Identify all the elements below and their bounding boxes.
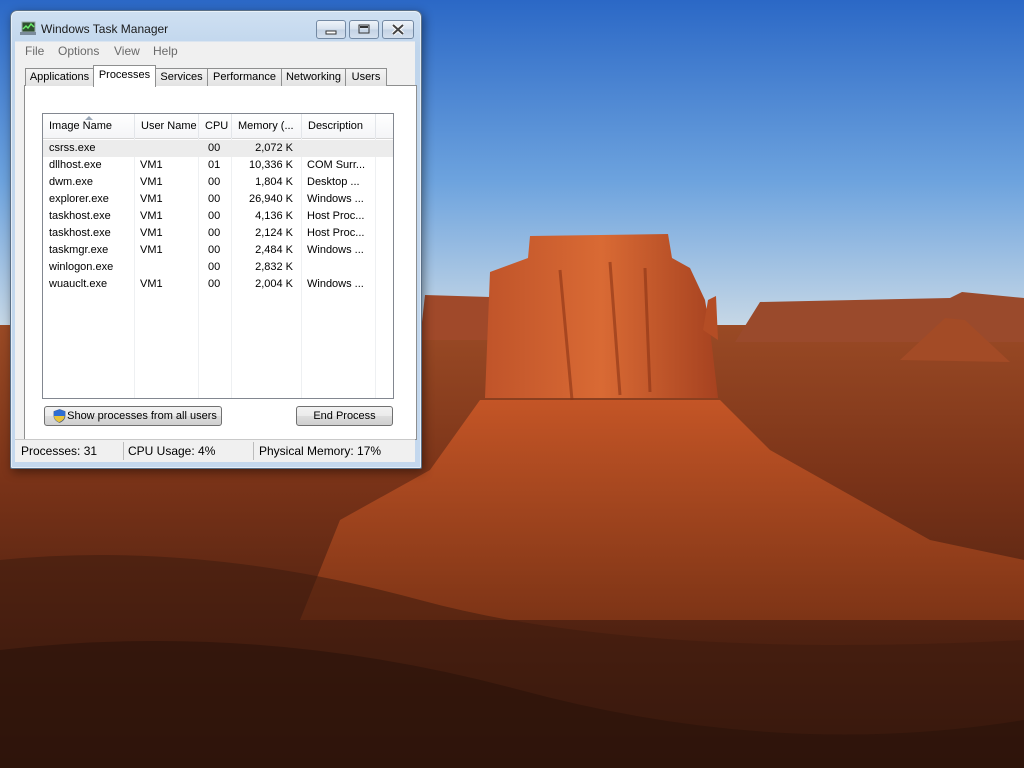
process-desc-cell: Windows ...: [307, 278, 364, 290]
task-manager-window: Windows Task Manager File Options View H…: [10, 10, 422, 469]
process-cpu-cell: 00: [208, 176, 221, 188]
tab-applications[interactable]: Applications: [25, 68, 94, 86]
process-name-cell: explorer.exe: [49, 193, 109, 205]
process-mem-cell: 1,804 K: [255, 176, 293, 188]
process-mem-cell: 2,004 K: [255, 278, 293, 290]
menu-bar: File Options View Help: [15, 41, 415, 60]
tab-processes[interactable]: Processes: [93, 65, 156, 87]
client-area: Applications Processes Services Performa…: [15, 59, 417, 440]
process-row[interactable]: explorer.exe VM1 00 26,940 K Windows ...: [43, 191, 393, 208]
task-manager-app-icon: [20, 21, 36, 35]
process-row[interactable]: taskhost.exe VM1 00 4,136 K Host Proc...: [43, 208, 393, 225]
tab-performance[interactable]: Performance: [207, 68, 282, 86]
process-name-cell: taskhost.exe: [49, 227, 111, 239]
process-row[interactable]: winlogon.exe 00 2,832 K: [43, 259, 393, 276]
process-desc-cell: Host Proc...: [307, 227, 365, 239]
show-all-processes-button[interactable]: Show processes from all users: [44, 406, 222, 426]
menu-view[interactable]: View: [114, 44, 140, 58]
process-user-cell: VM1: [140, 159, 163, 171]
maximize-icon: [358, 24, 370, 34]
tab-users[interactable]: Users: [345, 68, 387, 86]
status-separator: [123, 442, 124, 460]
process-mem-cell: 26,940 K: [248, 193, 293, 205]
process-cpu-cell: 00: [208, 227, 221, 239]
process-row[interactable]: dllhost.exe VM1 01 10,336 K COM Surr...: [43, 157, 393, 174]
column-cpu[interactable]: CPU: [199, 114, 232, 138]
close-button[interactable]: [382, 20, 414, 39]
process-user-cell: VM1: [140, 193, 163, 205]
process-cpu-cell: 00: [208, 210, 221, 222]
window-title: Windows Task Manager: [41, 22, 169, 36]
column-label: CPU: [205, 120, 229, 132]
process-cpu-cell: 00: [208, 261, 221, 273]
status-process-count: Processes: 31: [21, 444, 98, 458]
end-process-label: End Process: [313, 410, 376, 422]
minimize-icon: [325, 30, 337, 35]
process-name-cell: winlogon.exe: [49, 261, 114, 273]
column-label: Memory (...: [238, 120, 294, 132]
process-desc-cell: Host Proc...: [307, 210, 365, 222]
process-list[interactable]: Image Name User Name CPU Memory (... Des…: [42, 113, 394, 399]
column-memory[interactable]: Memory (...: [232, 114, 302, 138]
process-user-cell: VM1: [140, 227, 163, 239]
column-description[interactable]: Description: [302, 114, 376, 138]
uac-shield-icon: [53, 409, 66, 423]
process-mem-cell: 2,124 K: [255, 227, 293, 239]
status-physical-memory: Physical Memory: 17%: [259, 444, 382, 458]
menu-help[interactable]: Help: [153, 44, 178, 58]
process-user-cell: VM1: [140, 244, 163, 256]
column-label: Description: [308, 120, 364, 132]
process-row[interactable]: taskhost.exe VM1 00 2,124 K Host Proc...: [43, 225, 393, 242]
tab-networking[interactable]: Networking: [281, 68, 346, 86]
process-name-cell: taskhost.exe: [49, 210, 111, 222]
process-mem-cell: 2,484 K: [255, 244, 293, 256]
process-desc-cell: Windows ...: [307, 244, 364, 256]
process-name-cell: csrss.exe: [49, 142, 96, 154]
column-label: User Name: [141, 120, 197, 132]
status-bar: Processes: 31 CPU Usage: 4% Physical Mem…: [15, 439, 415, 462]
process-cpu-cell: 00: [208, 244, 221, 256]
process-row[interactable]: taskmgr.exe VM1 00 2,484 K Windows ...: [43, 242, 393, 259]
process-name-cell: dwm.exe: [49, 176, 94, 188]
process-cpu-cell: 00: [208, 278, 221, 290]
process-desc-cell: COM Surr...: [307, 159, 366, 171]
menu-file[interactable]: File: [25, 44, 44, 58]
process-mem-cell: 4,136 K: [255, 210, 293, 222]
process-cpu-cell: 00: [208, 142, 221, 154]
column-label: Image Name: [49, 120, 112, 132]
menu-options[interactable]: Options: [58, 44, 99, 58]
process-row[interactable]: csrss.exe 00 2,072 K: [43, 140, 393, 157]
status-cpu-usage: CPU Usage: 4%: [128, 444, 216, 458]
column-image-name[interactable]: Image Name: [43, 114, 135, 138]
list-header: Image Name User Name CPU Memory (... Des…: [43, 114, 393, 139]
maximize-button[interactable]: [349, 20, 379, 39]
process-desc-cell: [307, 259, 373, 276]
process-desc-cell: Desktop ...: [307, 176, 360, 188]
process-mem-cell: 2,832 K: [255, 261, 293, 273]
process-mem-cell: 10,336 K: [248, 159, 293, 171]
process-name-cell: wuauclt.exe: [49, 278, 108, 290]
process-name-cell: dllhost.exe: [49, 159, 102, 171]
process-row[interactable]: dwm.exe VM1 00 1,804 K Desktop ...: [43, 174, 393, 191]
process-desc-cell: [307, 140, 373, 157]
tab-services[interactable]: Services: [155, 68, 208, 86]
process-desc-cell: Windows ...: [307, 193, 364, 205]
process-cpu-cell: 00: [208, 193, 221, 205]
show-all-processes-label: Show processes from all users: [67, 410, 217, 422]
status-separator: [253, 442, 254, 460]
close-icon: [391, 23, 405, 36]
process-mem-cell: 2,072 K: [255, 142, 293, 154]
process-name-cell: taskmgr.exe: [49, 244, 109, 256]
minimize-button[interactable]: [316, 20, 346, 39]
process-row[interactable]: wuauclt.exe VM1 00 2,004 K Windows ...: [43, 276, 393, 293]
column-user-name[interactable]: User Name: [135, 114, 199, 138]
process-user-cell: VM1: [140, 176, 163, 188]
sort-ascending-icon: [85, 116, 93, 120]
process-user-cell: VM1: [140, 210, 163, 222]
end-process-button[interactable]: End Process: [296, 406, 393, 426]
process-cpu-cell: 01: [208, 159, 221, 171]
process-user-cell: VM1: [140, 278, 163, 290]
